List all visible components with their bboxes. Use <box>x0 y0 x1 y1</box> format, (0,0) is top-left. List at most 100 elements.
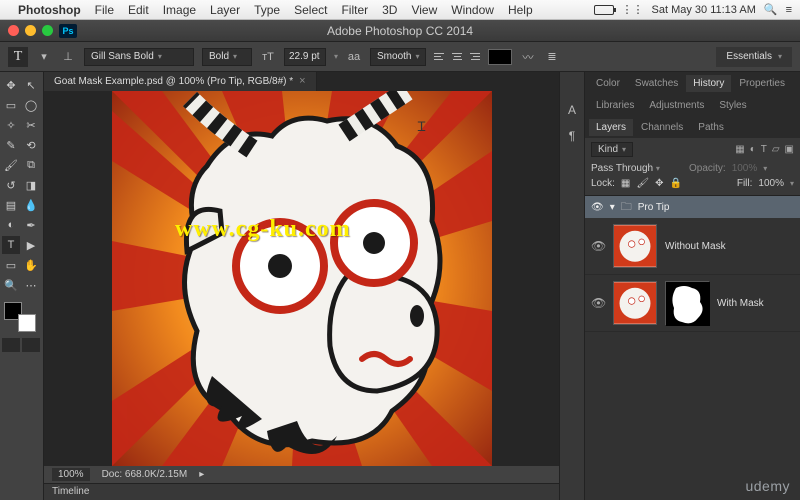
filter-shape-icon[interactable]: ▱ <box>772 144 780 155</box>
tab-history[interactable]: History <box>686 75 731 92</box>
layer-filter-dropdown[interactable]: Kind ▾ <box>591 142 633 157</box>
warp-text-icon[interactable]: 〰 <box>520 49 536 65</box>
brush-tool[interactable]: 🖌 <box>2 156 20 174</box>
tab-libraries[interactable]: Libraries <box>589 97 641 114</box>
timeline-panel-tab[interactable]: Timeline <box>44 483 559 500</box>
eraser-tool[interactable]: ◨ <box>22 176 40 194</box>
lock-transparent-icon[interactable]: ▦ <box>621 178 630 189</box>
paragraph-panel-icon[interactable]: ¶ <box>564 128 580 144</box>
eye-icon[interactable]: 👁 <box>591 296 605 310</box>
tab-paths[interactable]: Paths <box>691 119 731 136</box>
menu-help[interactable]: Help <box>508 3 533 17</box>
tab-adjustments[interactable]: Adjustments <box>642 97 711 114</box>
stamp-tool[interactable]: ⧉ <box>22 156 40 174</box>
anti-alias-dropdown[interactable]: Smooth ▾ <box>370 48 426 66</box>
eye-icon[interactable]: 👁 <box>591 202 604 213</box>
tab-swatches[interactable]: Swatches <box>628 75 685 92</box>
align-center-button[interactable] <box>450 50 464 64</box>
font-style-dropdown[interactable]: Bold ▾ <box>202 48 252 66</box>
menu-filter[interactable]: Filter <box>341 3 368 17</box>
fill-value[interactable]: 100% <box>758 178 784 189</box>
screen-mode-button[interactable] <box>22 338 40 352</box>
document-tab[interactable]: Goat Mask Example.psd @ 100% (Pro Tip, R… <box>44 72 317 91</box>
hand-tool[interactable]: ✋ <box>22 256 40 274</box>
character-panel-icon[interactable]: A <box>564 102 580 118</box>
align-right-button[interactable] <box>466 50 480 64</box>
layer-thumbnail[interactable] <box>613 281 657 325</box>
lock-position-icon[interactable]: ✥ <box>655 178 663 189</box>
filter-adjust-icon[interactable]: ◐ <box>750 144 756 155</box>
notification-center-icon[interactable]: ≡ <box>786 4 792 16</box>
crop-tool[interactable]: ✂ <box>22 116 40 134</box>
zoom-tool[interactable]: 🔍 <box>2 276 20 294</box>
lasso-tool[interactable]: ◯ <box>22 96 40 114</box>
document-canvas[interactable]: Ꮖ <box>112 91 492 466</box>
marquee-tool[interactable]: ▭ <box>2 96 20 114</box>
lock-pixels-icon[interactable]: 🖌 <box>636 178 649 189</box>
align-left-button[interactable] <box>434 50 448 64</box>
font-size-field[interactable]: 22.9 pt <box>284 48 326 66</box>
opacity-value[interactable]: 100% <box>732 163 758 174</box>
chevron-down-icon[interactable]: ▾ <box>36 49 52 65</box>
filter-type-icon[interactable]: T <box>761 144 767 155</box>
menu-image[interactable]: Image <box>163 3 196 17</box>
menu-edit[interactable]: Edit <box>128 3 149 17</box>
path-select-tool[interactable]: ▶ <box>22 236 40 254</box>
filter-pixel-icon[interactable]: ▦ <box>735 144 744 155</box>
status-menu-icon[interactable]: ▸ <box>199 469 204 480</box>
text-color-swatch[interactable] <box>488 49 512 65</box>
healing-tool[interactable]: ⟲ <box>22 136 40 154</box>
zoom-level[interactable]: 100% <box>52 468 90 481</box>
dodge-tool[interactable]: ◐ <box>2 216 20 234</box>
layer-row[interactable]: 👁 With Mask <box>585 275 800 332</box>
menu-layer[interactable]: Layer <box>210 3 240 17</box>
arrow-tool[interactable]: ↖ <box>22 76 40 94</box>
font-family-dropdown[interactable]: Gill Sans Bold ▾ <box>84 48 194 66</box>
tab-styles[interactable]: Styles <box>712 97 753 114</box>
filter-smart-icon[interactable]: ▣ <box>785 144 794 155</box>
layer-mask-thumbnail[interactable] <box>665 281 709 325</box>
history-brush-tool[interactable]: ↺ <box>2 176 20 194</box>
layer-row[interactable]: 👁 Without Mask <box>585 218 800 275</box>
zoom-window-button[interactable] <box>42 25 53 36</box>
magic-wand-tool[interactable]: ✧ <box>2 116 20 134</box>
layer-group-row[interactable]: 👁 ▾ 🗀 Pro Tip <box>585 196 800 218</box>
tab-properties[interactable]: Properties <box>732 75 792 92</box>
eyedropper-tool[interactable]: ✎ <box>2 136 20 154</box>
background-color[interactable] <box>18 314 36 332</box>
quick-mask-button[interactable] <box>2 338 20 352</box>
text-orientation-icon[interactable]: ⊥ <box>60 49 76 65</box>
menu-3d[interactable]: 3D <box>382 3 397 17</box>
edit-toolbar[interactable]: ⋯ <box>22 276 40 294</box>
layer-thumbnail[interactable] <box>613 224 657 268</box>
menu-type[interactable]: Type <box>254 3 280 17</box>
minimize-window-button[interactable] <box>25 25 36 36</box>
workspace-switcher[interactable]: Essentials ▾ <box>716 47 792 67</box>
move-tool[interactable]: ✥ <box>2 76 20 94</box>
pen-tool[interactable]: ✒ <box>22 216 40 234</box>
shape-tool[interactable]: ▭ <box>2 256 20 274</box>
disclosure-triangle-icon[interactable]: ▾ <box>610 202 615 213</box>
menu-file[interactable]: File <box>95 3 114 17</box>
menu-view[interactable]: View <box>411 3 437 17</box>
menu-app[interactable]: Photoshop <box>18 3 81 17</box>
character-panel-icon[interactable]: ≣ <box>544 49 560 65</box>
foreground-background-colors[interactable] <box>2 302 38 332</box>
close-tab-icon[interactable]: × <box>299 75 305 87</box>
tab-layers[interactable]: Layers <box>589 119 633 136</box>
eye-icon[interactable]: 👁 <box>591 239 605 253</box>
gradient-tool[interactable]: ▤ <box>2 196 20 214</box>
menu-select[interactable]: Select <box>294 3 327 17</box>
active-tool-preset[interactable]: T <box>8 47 28 67</box>
chevron-down-icon[interactable]: ▾ <box>790 179 794 188</box>
tab-color[interactable]: Color <box>589 75 627 92</box>
spotlight-icon[interactable]: 🔍 <box>764 3 778 16</box>
type-tool[interactable]: T <box>2 236 20 254</box>
close-window-button[interactable] <box>8 25 19 36</box>
blur-tool[interactable]: 💧 <box>22 196 40 214</box>
tab-channels[interactable]: Channels <box>634 119 690 136</box>
chevron-down-icon[interactable]: ▾ <box>334 52 338 61</box>
lock-all-icon[interactable]: 🔒 <box>669 178 681 189</box>
blend-mode-dropdown[interactable]: Pass Through ▾ <box>591 163 683 174</box>
chevron-down-icon[interactable]: ▾ <box>763 164 767 173</box>
